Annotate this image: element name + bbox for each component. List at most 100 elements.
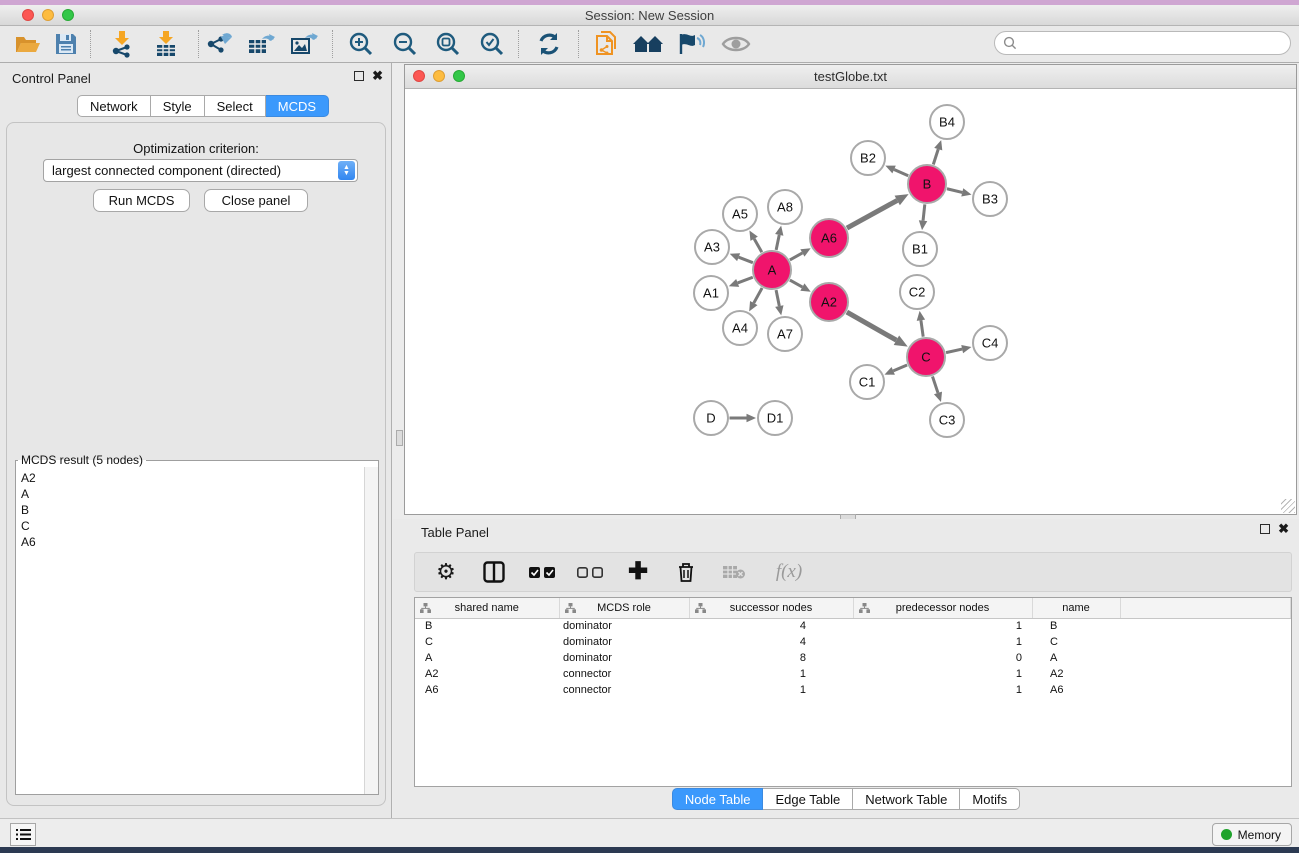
graph-edge-A-A7[interactable] bbox=[776, 290, 779, 306]
split-pane-grip-vertical[interactable] bbox=[396, 430, 403, 446]
graphics-details-icon[interactable] bbox=[673, 28, 709, 60]
export-image-icon[interactable] bbox=[286, 28, 322, 60]
tab-edge-table[interactable]: Edge Table bbox=[763, 788, 853, 810]
zoom-fit-icon[interactable] bbox=[430, 28, 466, 60]
graph-edge-B-B2[interactable] bbox=[894, 169, 908, 175]
column-header-shared-name[interactable]: shared name bbox=[415, 598, 559, 618]
graph-edge-arrowhead bbox=[934, 140, 942, 150]
result-item[interactable]: A bbox=[21, 486, 364, 502]
graph-node-label: B3 bbox=[982, 192, 998, 207]
toolbar-separator bbox=[332, 30, 333, 58]
graph-edge-C-C3[interactable] bbox=[932, 376, 938, 393]
control-panel-tabs: Network Style Select MCDS bbox=[77, 95, 329, 117]
memory-button[interactable]: Memory bbox=[1212, 823, 1292, 846]
status-bar: Memory bbox=[0, 818, 1299, 847]
column-header-predecessor-nodes[interactable]: predecessor nodes bbox=[853, 598, 1032, 618]
network-view-window: testGlobe.txt AA1A2A3A4A5A6A7A8BB1B2B3B4… bbox=[404, 64, 1297, 515]
tab-mcds[interactable]: MCDS bbox=[266, 95, 329, 117]
graph-edge-B-B1[interactable] bbox=[923, 204, 925, 220]
result-item[interactable]: A2 bbox=[21, 470, 364, 486]
graph-edge-A6-B[interactable] bbox=[847, 200, 897, 228]
search-input[interactable] bbox=[1017, 36, 1290, 51]
mcds-result-list[interactable]: A2 A B C A6 bbox=[16, 467, 364, 794]
import-table-icon[interactable] bbox=[148, 28, 184, 60]
result-scrollbar[interactable] bbox=[364, 467, 378, 794]
table-header-row: shared name MCDS role successor nodes pr… bbox=[415, 598, 1291, 618]
refresh-view-icon[interactable] bbox=[531, 28, 567, 60]
graph-edge-C-C2[interactable] bbox=[921, 320, 923, 336]
graph-edge-A-A2[interactable] bbox=[790, 280, 803, 287]
graph-edge-A2-C[interactable] bbox=[847, 312, 897, 340]
close-panel-icon[interactable]: ✖ bbox=[372, 71, 383, 81]
graph-edge-A-A8[interactable] bbox=[776, 235, 779, 250]
add-column-icon[interactable]: ✚ bbox=[625, 561, 651, 583]
graph-edge-A-A1[interactable] bbox=[738, 277, 753, 283]
graph-edge-C-C4[interactable] bbox=[946, 349, 962, 353]
delete-table-icon[interactable] bbox=[721, 564, 747, 580]
float-table-panel-icon[interactable] bbox=[1260, 524, 1270, 534]
result-item[interactable]: B bbox=[21, 502, 364, 518]
close-table-panel-icon[interactable]: ✖ bbox=[1278, 524, 1289, 534]
export-network-icon[interactable] bbox=[201, 28, 237, 60]
tab-motifs[interactable]: Motifs bbox=[960, 788, 1020, 810]
graph-edge-A-A5[interactable] bbox=[754, 239, 762, 252]
run-mcds-button[interactable]: Run MCDS bbox=[93, 189, 190, 212]
clone-network-icon[interactable] bbox=[588, 28, 624, 60]
task-history-button[interactable] bbox=[10, 823, 36, 846]
column-header-mcds-role[interactable]: MCDS role bbox=[559, 598, 689, 618]
column-header-successor-nodes[interactable]: successor nodes bbox=[689, 598, 853, 618]
column-header-name[interactable]: name bbox=[1032, 598, 1120, 618]
tab-select[interactable]: Select bbox=[205, 95, 266, 117]
zoom-selected-icon[interactable] bbox=[474, 28, 510, 60]
table-row[interactable]: Adominator80A bbox=[415, 650, 1291, 666]
graph-node-label: D1 bbox=[767, 411, 784, 426]
tab-network[interactable]: Network bbox=[77, 95, 151, 117]
graph-node-label: A4 bbox=[732, 321, 748, 336]
table-row[interactable]: Bdominator41B bbox=[415, 618, 1291, 634]
eye-icon[interactable] bbox=[718, 28, 754, 60]
toolbar-separator bbox=[578, 30, 579, 58]
zoom-out-icon[interactable] bbox=[387, 28, 423, 60]
graph-node-label: A1 bbox=[703, 286, 719, 301]
graph-node-label: C4 bbox=[982, 336, 999, 351]
deselect-all-checkboxes-icon[interactable] bbox=[577, 566, 603, 579]
graph-edge-B-B3[interactable] bbox=[947, 189, 962, 193]
close-panel-button[interactable]: Close panel bbox=[204, 189, 308, 212]
graph-edge-arrowhead bbox=[775, 226, 783, 236]
mcds-tab-content: Optimization criterion: largest connecte… bbox=[6, 122, 386, 806]
graph-edge-B-B4[interactable] bbox=[933, 149, 938, 164]
window-resize-grip[interactable] bbox=[1281, 499, 1295, 513]
tab-node-table[interactable]: Node Table bbox=[672, 788, 764, 810]
graph-node-label: B4 bbox=[939, 115, 955, 130]
open-session-icon[interactable] bbox=[10, 28, 46, 60]
tab-style[interactable]: Style bbox=[151, 95, 205, 117]
table-row[interactable]: Cdominator41C bbox=[415, 634, 1291, 650]
graph-edge-A-A6[interactable] bbox=[790, 253, 803, 260]
table-settings-icon[interactable]: ⚙ bbox=[433, 561, 459, 583]
home-icon[interactable] bbox=[630, 28, 666, 60]
graph-edge-C-C1[interactable] bbox=[893, 365, 907, 371]
split-view-icon[interactable] bbox=[481, 561, 507, 583]
table-row[interactable]: A6connector11A6 bbox=[415, 682, 1291, 698]
table-row[interactable]: A2connector11A2 bbox=[415, 666, 1291, 682]
save-session-icon[interactable] bbox=[48, 28, 84, 60]
network-graph[interactable]: AA1A2A3A4A5A6A7A8BB1B2B3B4CC1C2C3C4DD1 bbox=[405, 89, 1296, 514]
select-all-checkboxes-icon[interactable] bbox=[529, 566, 555, 579]
export-table-icon[interactable] bbox=[243, 28, 279, 60]
float-panel-icon[interactable] bbox=[354, 71, 364, 81]
result-item[interactable]: C bbox=[21, 518, 364, 534]
graph-edge-A-A4[interactable] bbox=[754, 288, 762, 303]
function-builder-icon[interactable]: f(x) bbox=[769, 561, 809, 583]
app-titlebar: Session: New Session bbox=[0, 5, 1299, 26]
search-field[interactable] bbox=[994, 31, 1291, 55]
delete-column-icon[interactable] bbox=[673, 561, 699, 583]
zoom-in-icon[interactable] bbox=[343, 28, 379, 60]
optimization-criterion-select[interactable]: largest connected component (directed) ▲… bbox=[43, 159, 358, 182]
main-toolbar bbox=[0, 26, 1299, 63]
result-item[interactable]: A6 bbox=[21, 534, 364, 550]
criterion-value: largest connected component (directed) bbox=[44, 163, 338, 178]
tab-network-table[interactable]: Network Table bbox=[853, 788, 960, 810]
import-network-icon[interactable] bbox=[104, 28, 140, 60]
mcds-result-box: MCDS result (5 nodes) A2 A B C A6 bbox=[15, 453, 379, 795]
graph-edge-A-A3[interactable] bbox=[739, 257, 753, 262]
